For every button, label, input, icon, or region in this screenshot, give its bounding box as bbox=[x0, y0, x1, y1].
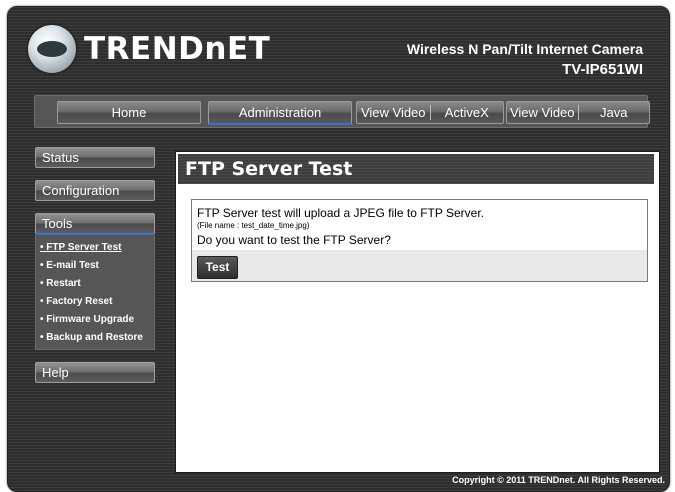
sidebar-help[interactable]: Help bbox=[35, 362, 155, 383]
nav-view-video-activex-button[interactable]: View Video ActiveX bbox=[356, 101, 504, 124]
content-panel: FTP Server Test FTP Server test will upl… bbox=[175, 151, 660, 473]
copyright: Copyright © 2011 TRENDnet. All Rights Re… bbox=[452, 475, 665, 485]
ftp-test-question: Do you want to test the FTP Server? bbox=[197, 233, 391, 247]
product-name: Wireless N Pan/Tilt Internet Camera bbox=[406, 41, 643, 57]
ftp-test-description: FTP Server test will upload a JPEG file … bbox=[197, 206, 484, 220]
product-model: TV-IP651WI bbox=[562, 61, 643, 78]
sidebar-item-factory-reset[interactable]: • Factory Reset bbox=[36, 293, 154, 311]
tools-submenu: • FTP Server Test • E-mail Test • Restar… bbox=[35, 235, 155, 350]
sidebar-item-backup-restore[interactable]: • Backup and Restore bbox=[36, 329, 154, 347]
sidebar-item-firmware-upgrade[interactable]: • Firmware Upgrade bbox=[36, 311, 154, 329]
nav-view-video-label: View Video bbox=[509, 105, 575, 120]
ftp-test-box: FTP Server test will upload a JPEG file … bbox=[191, 199, 648, 282]
brand-logo: TRENDnET bbox=[28, 25, 270, 73]
nav-view-video-java-button[interactable]: View Video Java bbox=[506, 101, 650, 124]
nav-activex-label: ActiveX bbox=[444, 105, 489, 120]
sidebar-item-ftp-server-test[interactable]: • FTP Server Test bbox=[36, 239, 154, 257]
nav-view-video-label: View Video bbox=[360, 105, 426, 120]
nav-administration-button[interactable]: Administration bbox=[208, 101, 352, 125]
page-title: FTP Server Test bbox=[178, 154, 654, 184]
ftp-test-actions: Test bbox=[192, 250, 647, 281]
sidebar: Status Configuration Tools • FTP Server … bbox=[35, 147, 155, 395]
brand-name: TRENDnET bbox=[84, 31, 271, 67]
sidebar-item-email-test[interactable]: • E-mail Test bbox=[36, 257, 154, 275]
nav-java-label: Java bbox=[600, 105, 628, 120]
ftp-test-file-note: (File name : test_date_time.jpg) bbox=[197, 221, 310, 230]
product-info: Wireless N Pan/Tilt Internet Camera TV-I… bbox=[407, 41, 643, 78]
nav-home-button[interactable]: Home bbox=[57, 101, 201, 124]
sidebar-item-restart[interactable]: • Restart bbox=[36, 275, 154, 293]
test-button[interactable]: Test bbox=[197, 256, 238, 279]
app-frame: TRENDnET Wireless N Pan/Tilt Internet Ca… bbox=[7, 6, 670, 492]
trendnet-logo-icon bbox=[28, 25, 76, 73]
top-nav: Home Administration View Video ActiveX V… bbox=[34, 95, 650, 128]
sidebar-configuration[interactable]: Configuration bbox=[35, 180, 155, 201]
sidebar-tools[interactable]: Tools bbox=[35, 213, 155, 235]
sidebar-status[interactable]: Status bbox=[35, 147, 155, 168]
